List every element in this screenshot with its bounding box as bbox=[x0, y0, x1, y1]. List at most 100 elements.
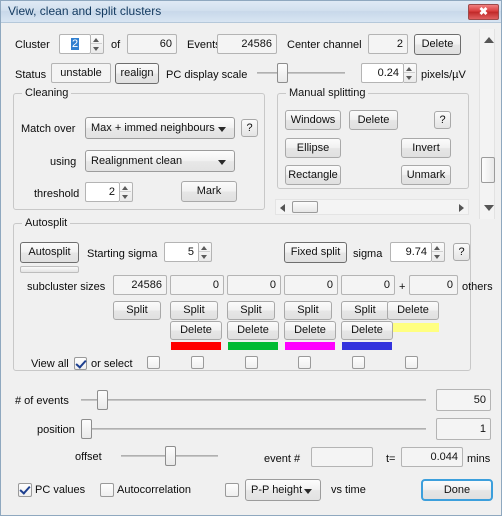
chevron-down-icon bbox=[218, 160, 226, 165]
chevron-down-icon bbox=[304, 489, 312, 494]
events-value: 24586 bbox=[217, 34, 277, 54]
event-number-value bbox=[311, 447, 373, 467]
color-swatch-0 bbox=[171, 342, 221, 350]
select-checkbox-1[interactable] bbox=[191, 356, 204, 369]
pc-display-scale-slider[interactable] bbox=[257, 63, 345, 83]
close-icon[interactable]: ✖ bbox=[468, 4, 499, 20]
offset-thumb[interactable] bbox=[165, 446, 176, 466]
cluster-stepper-down[interactable] bbox=[91, 44, 102, 53]
pc-display-scale-stepper-down[interactable] bbox=[404, 73, 415, 82]
manual-splitting-help-button[interactable]: ? bbox=[434, 111, 451, 129]
select-checkbox-5[interactable] bbox=[405, 356, 418, 369]
cleaning-help-button[interactable]: ? bbox=[241, 119, 258, 137]
num-events-track bbox=[81, 399, 426, 401]
select-checkbox-2[interactable] bbox=[245, 356, 258, 369]
offset-slider[interactable] bbox=[121, 446, 218, 466]
autosplit-button[interactable]: Autosplit bbox=[20, 242, 79, 263]
pc-display-scale-value[interactable]: 0.24 bbox=[361, 63, 404, 83]
scroll-left-icon[interactable] bbox=[280, 204, 285, 212]
fixed-split-button[interactable]: Fixed split bbox=[284, 242, 347, 263]
cluster-stepper[interactable] bbox=[91, 34, 104, 54]
vertical-scrollbar[interactable] bbox=[479, 29, 495, 219]
pc-values-checkbox[interactable] bbox=[18, 483, 32, 497]
ellipse-button[interactable]: Ellipse bbox=[285, 138, 341, 158]
horizontal-scrollbar-thumb[interactable] bbox=[292, 201, 318, 213]
realign-button[interactable]: realign bbox=[115, 63, 159, 84]
pc-display-scale-label: PC display scale bbox=[166, 69, 248, 81]
num-events-slider[interactable] bbox=[81, 390, 426, 410]
manual-delete-button[interactable]: Delete bbox=[349, 110, 398, 130]
cluster-input[interactable]: 2 bbox=[59, 34, 91, 54]
vs-time-checkbox[interactable] bbox=[225, 483, 239, 497]
center-channel-label: Center channel bbox=[287, 39, 362, 51]
match-over-select[interactable]: Max + immed neighbours bbox=[85, 117, 235, 139]
starting-sigma-stepper-up[interactable] bbox=[199, 243, 210, 252]
sigma-stepper[interactable] bbox=[432, 242, 445, 262]
sigma-stepper-down[interactable] bbox=[432, 252, 443, 261]
pc-display-scale-stepper[interactable] bbox=[404, 63, 417, 83]
cluster-stepper-up[interactable] bbox=[91, 35, 102, 44]
dialog-window: View, clean and split clusters ✖ Cluster… bbox=[0, 0, 502, 516]
starting-sigma-input[interactable]: 5 bbox=[164, 242, 199, 262]
starting-sigma-stepper[interactable] bbox=[199, 242, 212, 262]
position-slider[interactable] bbox=[81, 419, 426, 439]
invert-button[interactable]: Invert bbox=[401, 138, 451, 158]
color-swatch-3 bbox=[342, 342, 392, 350]
split-button-1[interactable]: Split bbox=[170, 301, 218, 320]
sigma-stepper-up[interactable] bbox=[432, 243, 443, 252]
position-thumb[interactable] bbox=[81, 419, 92, 439]
split-button-4[interactable]: Split bbox=[341, 301, 389, 320]
delete-others-button[interactable]: Delete bbox=[387, 301, 439, 320]
pc-display-scale-thumb[interactable] bbox=[277, 63, 288, 83]
delete-subcluster-button-2[interactable]: Delete bbox=[284, 321, 336, 340]
select-checkbox-4[interactable] bbox=[352, 356, 365, 369]
using-label: using bbox=[50, 156, 77, 168]
subcluster-sizes-label: subcluster sizes bbox=[27, 281, 106, 293]
sigma-input[interactable]: 9.74 bbox=[390, 242, 432, 262]
num-events-thumb[interactable] bbox=[97, 390, 108, 410]
threshold-input[interactable]: 2 bbox=[85, 182, 120, 202]
rectangle-button[interactable]: Rectangle bbox=[285, 165, 341, 185]
starting-sigma-stepper-down[interactable] bbox=[199, 252, 210, 261]
delete-subcluster-button-0[interactable]: Delete bbox=[170, 321, 222, 340]
subcluster-size-1: 0 bbox=[170, 275, 224, 295]
autosplit-help-button[interactable]: ? bbox=[453, 243, 470, 261]
using-select[interactable]: Realignment clean bbox=[85, 150, 235, 172]
select-checkbox-0[interactable] bbox=[147, 356, 160, 369]
select-checkbox-3[interactable] bbox=[298, 356, 311, 369]
split-button-2[interactable]: Split bbox=[227, 301, 275, 320]
windows-button[interactable]: Windows bbox=[285, 110, 341, 130]
color-swatch-2 bbox=[285, 342, 335, 350]
autocorrelation-checkbox[interactable] bbox=[100, 483, 114, 497]
of-label: of bbox=[111, 39, 121, 51]
delete-cluster-button[interactable]: Delete bbox=[414, 34, 461, 55]
delete-subcluster-button-3[interactable]: Delete bbox=[341, 321, 393, 340]
match-over-label: Match over bbox=[21, 123, 76, 135]
cluster-count-value: 60 bbox=[127, 34, 177, 54]
pc-display-scale-stepper-up[interactable] bbox=[404, 64, 415, 73]
delete-subcluster-button-1[interactable]: Delete bbox=[227, 321, 279, 340]
starting-sigma-label: Starting sigma bbox=[87, 248, 158, 260]
using-value: Realignment clean bbox=[91, 155, 183, 167]
horizontal-scrollbar[interactable] bbox=[275, 199, 469, 215]
view-all-checkbox[interactable] bbox=[74, 357, 87, 370]
measure-select[interactable]: P-P height bbox=[245, 479, 321, 501]
split-button-0[interactable]: Split bbox=[113, 301, 161, 320]
chevron-down-icon bbox=[218, 127, 226, 132]
scroll-up-icon[interactable] bbox=[484, 37, 494, 43]
scroll-right-icon[interactable] bbox=[459, 204, 464, 212]
color-swatch-1 bbox=[228, 342, 278, 350]
sigma-label: sigma bbox=[353, 248, 383, 260]
vertical-scrollbar-thumb[interactable] bbox=[481, 157, 495, 183]
offset-label: offset bbox=[75, 451, 102, 463]
unmark-button[interactable]: Unmark bbox=[401, 165, 451, 185]
threshold-stepper-down[interactable] bbox=[120, 192, 131, 201]
mark-button[interactable]: Mark bbox=[181, 181, 237, 202]
done-button[interactable]: Done bbox=[421, 479, 493, 501]
position-value: 1 bbox=[436, 418, 491, 440]
split-button-3[interactable]: Split bbox=[284, 301, 332, 320]
threshold-stepper-up[interactable] bbox=[120, 183, 131, 192]
scroll-down-icon[interactable] bbox=[484, 205, 494, 211]
threshold-stepper[interactable] bbox=[120, 182, 133, 202]
subcluster-size-3: 0 bbox=[284, 275, 338, 295]
